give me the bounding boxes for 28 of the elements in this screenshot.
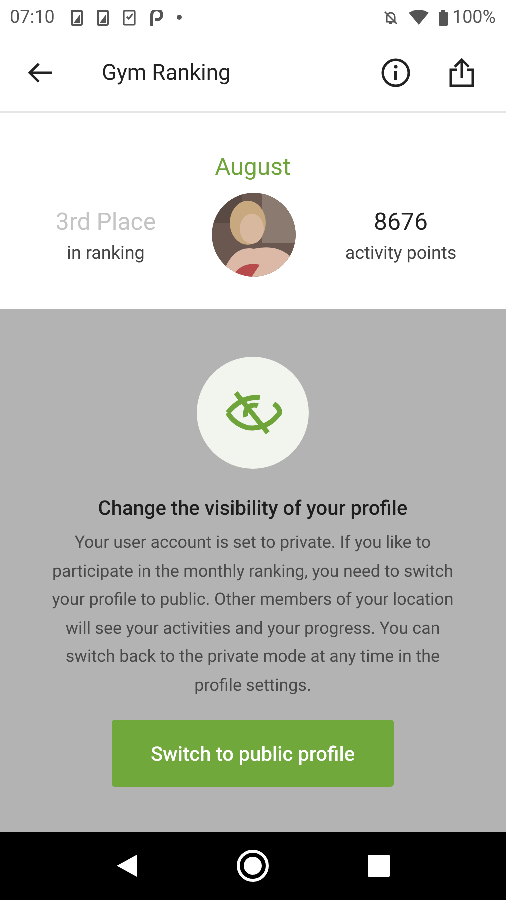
battery-percent: 100% [452, 6, 496, 30]
sim-icon [70, 10, 83, 26]
points-caption: activity points [345, 242, 457, 266]
bell-off-icon [383, 10, 400, 26]
checklist-icon [122, 10, 136, 26]
dot-icon [176, 15, 182, 20]
points-value: 8676 [374, 206, 428, 238]
battery-icon [439, 10, 448, 26]
switch-public-button[interactable]: Switch to public profile [112, 720, 394, 787]
info-icon [381, 58, 411, 88]
triangle-icon [116, 854, 138, 878]
p-logo-icon [150, 10, 163, 26]
eye-off-icon [224, 390, 282, 436]
status-time: 07:10 [10, 6, 55, 30]
nav-home-button[interactable] [236, 849, 270, 883]
sim-icon [96, 10, 109, 26]
dialog-message: Your user account is set to private. If you like to participate in the monthly ranking, you need to switch your profile to public. Other members of your location will see your activities and your progress. You can switch back to the private mode at any time in the profile settings. [51, 532, 455, 698]
screen-title: Gym Ranking [102, 60, 231, 88]
rank-caption: in ranking [67, 242, 145, 266]
square-icon [368, 855, 390, 877]
arrow-left-icon [27, 62, 53, 84]
share-icon [449, 58, 475, 88]
dialog-title: Change the visibility of your profile [98, 495, 408, 522]
rank-value: 3rd Place [56, 206, 156, 238]
nav-back-button[interactable] [116, 854, 138, 878]
circle-icon [236, 849, 270, 883]
month-label: August [215, 152, 291, 183]
wifi-icon [409, 10, 430, 25]
